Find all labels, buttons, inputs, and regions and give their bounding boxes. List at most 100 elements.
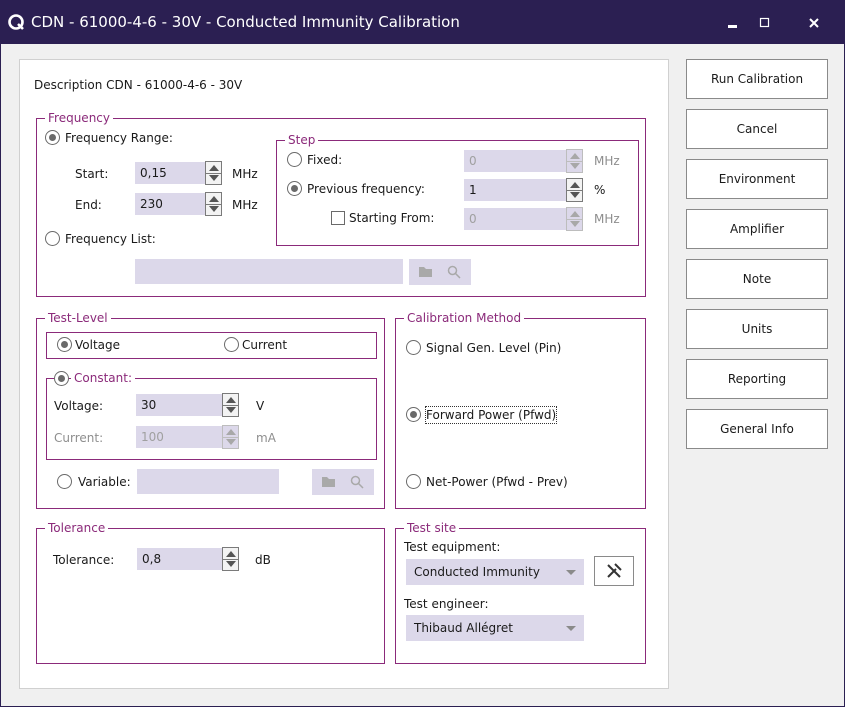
description-label: Description CDN - 61000-4-6 - 30V — [34, 78, 243, 92]
frequency-list-input[interactable] — [135, 259, 403, 284]
close-button[interactable] — [794, 9, 834, 37]
test-engineer-select[interactable]: Thibaud Allégret — [406, 615, 584, 641]
starting-from-stepper[interactable] — [566, 207, 583, 231]
amplifier-button[interactable]: Amplifier — [686, 209, 828, 249]
voltage-option-label: Voltage — [75, 338, 121, 352]
voltage-input[interactable]: 30 — [136, 394, 223, 416]
general-info-button[interactable]: General Info — [686, 409, 828, 449]
frequency-range-radio[interactable] — [45, 130, 60, 145]
voltage-field-label: Voltage: — [54, 399, 104, 413]
chevron-down-icon — [566, 626, 576, 631]
title-bar: CDN - 61000-4-6 - 30V - Conducted Immuni… — [1, 1, 845, 44]
minimize-icon — [728, 25, 737, 28]
current-stepper[interactable] — [222, 425, 239, 449]
test-site-group: Test site Test equipment: Conducted Immu… — [395, 520, 646, 664]
end-unit: MHz — [232, 198, 258, 212]
test-equipment-value: Conducted Immunity — [414, 565, 540, 579]
environment-button[interactable]: Environment — [686, 159, 828, 199]
signal-gen-level-radio[interactable] — [406, 340, 421, 355]
dialog-window: CDN - 61000-4-6 - 30V - Conducted Immuni… — [0, 0, 845, 707]
test-engineer-value: Thibaud Allégret — [414, 621, 513, 635]
step-legend: Step — [285, 132, 319, 148]
frequency-list-label: Frequency List: — [65, 232, 156, 246]
current-field-label: Current: — [54, 431, 104, 445]
end-stepper[interactable] — [205, 192, 222, 216]
current-option-label: Current — [242, 338, 288, 352]
variable-input[interactable] — [137, 469, 279, 494]
maximize-button[interactable] — [745, 9, 785, 37]
fixed-unit: MHz — [594, 154, 620, 168]
fixed-radio[interactable] — [287, 152, 302, 167]
settings-panel: Description CDN - 61000-4-6 - 30V Freque… — [19, 59, 669, 689]
close-icon — [809, 18, 819, 28]
calibration-method-legend: Calibration Method — [404, 310, 525, 326]
end-label: End: — [75, 198, 102, 212]
calibration-method-group: Calibration Method Signal Gen. Level (Pi… — [395, 310, 646, 509]
fixed-label: Fixed: — [307, 153, 343, 167]
note-button[interactable]: Note — [686, 259, 828, 299]
variable-radio[interactable] — [57, 474, 72, 489]
search-icon[interactable] — [350, 475, 364, 489]
search-icon[interactable] — [447, 265, 461, 279]
current-input[interactable]: 100 — [136, 426, 223, 448]
constant-group: Constant: Voltage: 30 V Current: 100 mA — [46, 370, 377, 460]
previous-frequency-unit: % — [594, 183, 606, 197]
net-power-radio[interactable] — [406, 474, 421, 489]
start-label: Start: — [75, 167, 109, 181]
test-equipment-tools-button[interactable] — [594, 556, 634, 586]
voltage-current-box: Voltage Current — [46, 332, 377, 359]
starting-from-checkbox[interactable] — [331, 211, 345, 225]
current-radio[interactable] — [224, 337, 239, 352]
fixed-stepper[interactable] — [566, 149, 583, 173]
starting-from-input[interactable]: 0 — [464, 208, 567, 230]
cancel-button[interactable]: Cancel — [686, 109, 828, 149]
previous-frequency-input[interactable]: 1 — [464, 179, 567, 201]
units-button[interactable]: Units — [686, 309, 828, 349]
tolerance-legend: Tolerance — [45, 520, 109, 536]
test-site-legend: Test site — [404, 520, 460, 536]
test-equipment-label: Test equipment: — [404, 540, 501, 554]
reporting-button[interactable]: Reporting — [686, 359, 828, 399]
voltage-unit: V — [256, 399, 265, 413]
previous-frequency-label: Previous frequency: — [307, 182, 425, 196]
variable-label: Variable: — [78, 475, 131, 489]
start-unit: MHz — [232, 167, 258, 181]
test-equipment-select[interactable]: Conducted Immunity — [406, 559, 584, 585]
signal-gen-level-label: Signal Gen. Level (Pin) — [426, 341, 562, 355]
fixed-input[interactable]: 0 — [464, 150, 567, 172]
frequency-range-label: Frequency Range: — [65, 131, 173, 145]
voltage-radio[interactable] — [57, 337, 72, 352]
frequency-group: Frequency Frequency Range: Start: 0,15 M… — [36, 110, 646, 297]
forward-power-label: Forward Power (Pfwd) — [424, 406, 558, 424]
chevron-down-icon — [566, 570, 576, 575]
tolerance-input[interactable]: 0,8 — [137, 548, 222, 570]
frequency-list-radio[interactable] — [45, 231, 60, 246]
test-level-group: Test-Level Voltage Current Constant: Vol… — [36, 310, 385, 509]
constant-label: Constant: — [71, 370, 135, 386]
current-unit: mA — [256, 431, 276, 445]
previous-frequency-stepper[interactable] — [566, 178, 583, 202]
constant-radio[interactable] — [54, 371, 69, 386]
maximize-icon — [759, 17, 770, 28]
test-level-legend: Test-Level — [45, 310, 111, 326]
start-stepper[interactable] — [205, 161, 222, 185]
frequency-legend: Frequency — [45, 110, 113, 126]
starting-from-label: Starting From: — [349, 211, 435, 225]
net-power-label: Net-Power (Pfwd - Prev) — [426, 475, 568, 489]
previous-frequency-radio[interactable] — [287, 181, 302, 196]
forward-power-radio[interactable] — [406, 407, 421, 422]
start-input[interactable]: 0,15 — [135, 162, 205, 184]
tolerance-label: Tolerance: — [53, 553, 115, 567]
folder-icon[interactable] — [322, 476, 338, 488]
frequency-list-tools — [409, 259, 471, 285]
starting-from-unit: MHz — [594, 212, 620, 226]
folder-icon[interactable] — [419, 266, 435, 278]
step-group: Step Fixed: 0 MHz Previous frequency: 1 … — [276, 132, 639, 246]
variable-tools — [312, 469, 374, 495]
app-logo-icon — [8, 14, 24, 30]
tolerance-unit: dB — [255, 553, 271, 567]
tolerance-stepper[interactable] — [222, 547, 239, 571]
end-input[interactable]: 230 — [135, 193, 205, 215]
run-calibration-button[interactable]: Run Calibration — [686, 59, 828, 99]
voltage-stepper[interactable] — [222, 393, 239, 417]
